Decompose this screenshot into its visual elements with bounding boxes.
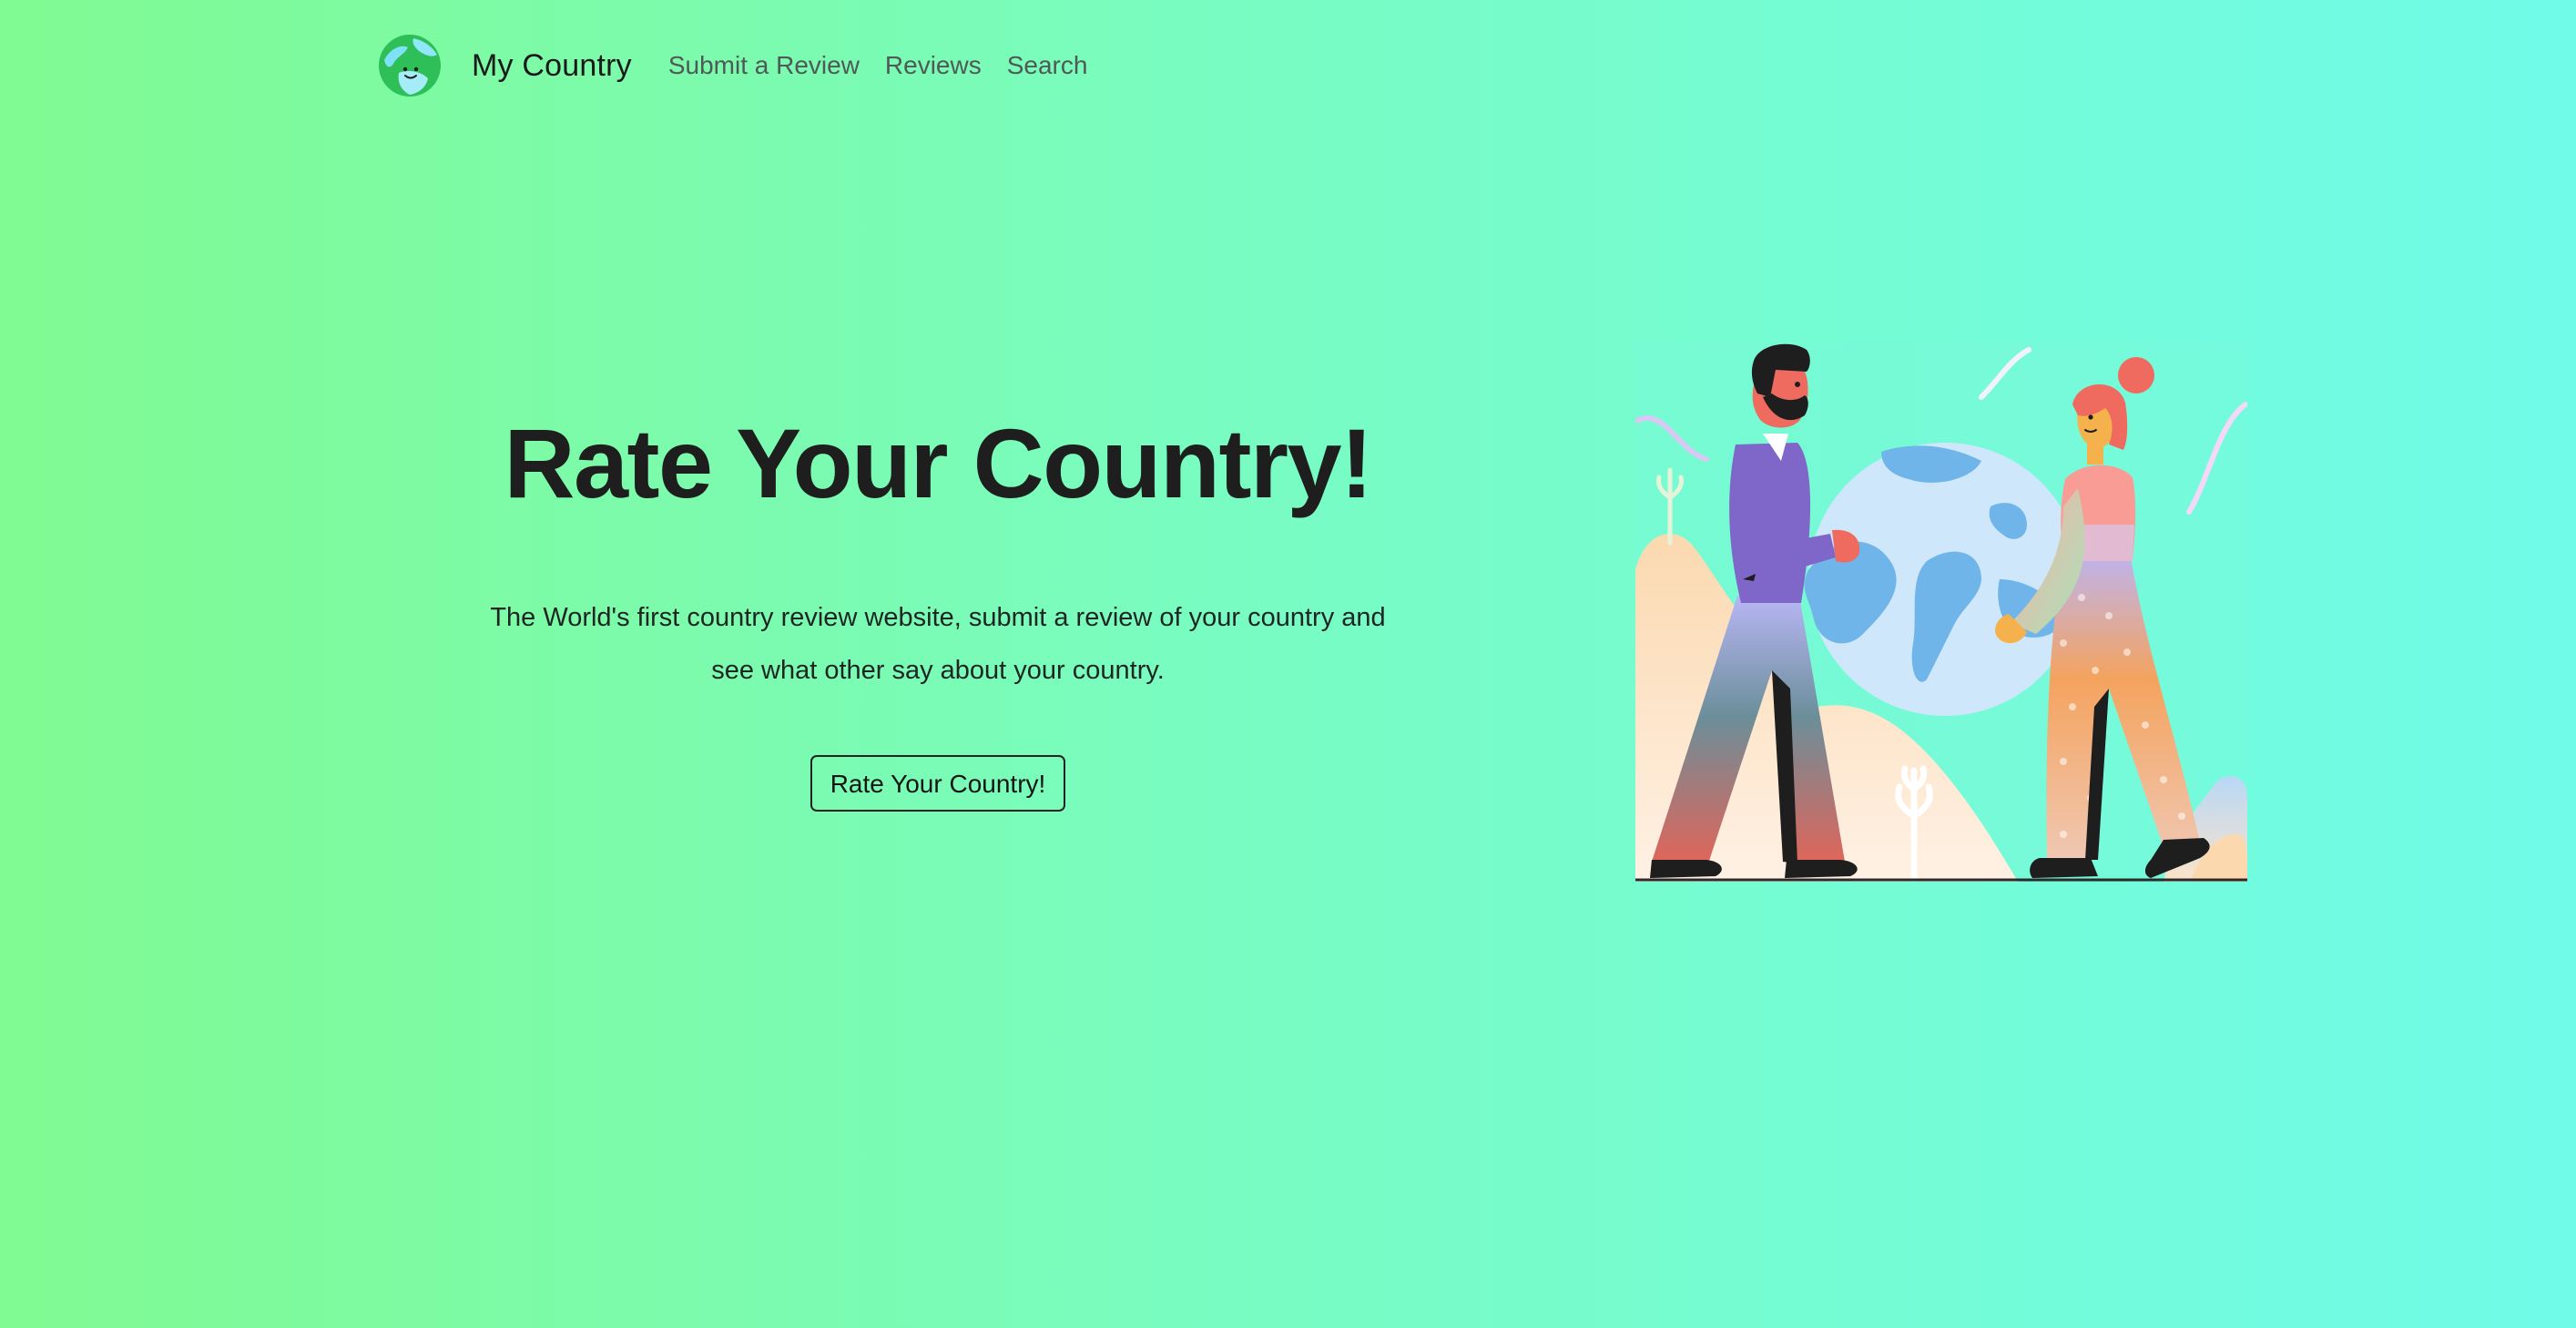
hero-description: The World's first country review website… <box>490 602 1386 685</box>
brand-link[interactable]: My Country <box>377 33 632 98</box>
hero-title: Rate Your Country! <box>504 408 1373 518</box>
navbar: My Country Submit a Review Reviews Searc… <box>377 31 1113 100</box>
brand-title: My Country <box>472 47 632 83</box>
rate-country-button[interactable]: Rate Your Country! <box>809 754 1066 812</box>
hero-section: Rate Your Country! The World's first cou… <box>455 408 1420 812</box>
globe-logo-icon <box>379 35 441 97</box>
nav-link-submit-review[interactable]: Submit a Review <box>668 51 860 80</box>
nav-links: Submit a Review Reviews Search <box>668 51 1114 80</box>
nav-link-reviews[interactable]: Reviews <box>885 51 982 80</box>
people-holding-globe-illustration <box>1635 342 2247 882</box>
nav-link-search[interactable]: Search <box>1007 51 1088 80</box>
